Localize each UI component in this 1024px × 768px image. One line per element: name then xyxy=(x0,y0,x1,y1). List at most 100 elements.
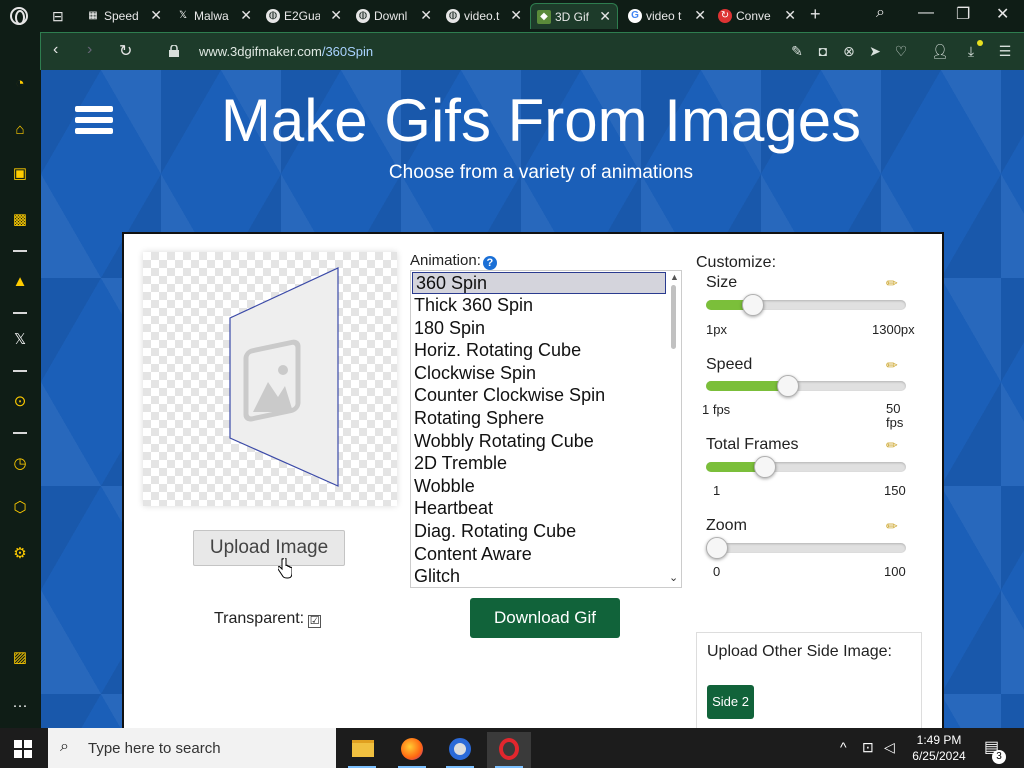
close-window-icon[interactable]: ✕ xyxy=(996,4,1009,24)
reload-icon[interactable]: ↻ xyxy=(119,41,132,61)
heart-icon[interactable]: ♡ xyxy=(893,43,909,59)
menu-icon[interactable]: ☰ xyxy=(997,43,1013,59)
restore-icon[interactable]: ❐ xyxy=(956,4,970,24)
chevron-up-icon[interactable]: ^ xyxy=(840,739,847,755)
speed-label: Speed xyxy=(706,356,753,373)
new-tab-icon[interactable]: + xyxy=(810,4,821,24)
clock[interactable]: 1:49 PM 6/25/2024 xyxy=(904,732,974,764)
bag-icon[interactable]: ⌂ xyxy=(10,120,30,140)
adblock-icon[interactable]: ⊗ xyxy=(841,43,857,59)
zoom-label: Zoom xyxy=(706,517,747,534)
profile-icon[interactable]: 👤︎ xyxy=(931,43,949,59)
close-icon[interactable]: ✕ xyxy=(420,7,432,24)
opera-logo-icon[interactable] xyxy=(10,7,28,25)
file-explorer-icon[interactable] xyxy=(340,732,384,768)
close-icon[interactable]: ✕ xyxy=(599,8,611,25)
address-bar: ‹ › ↻ www.3dgifmaker.com/360Spin ✎ ◘ ⊗ ➤… xyxy=(40,32,1024,70)
volume-muted-icon[interactable]: ◁ xyxy=(884,739,895,756)
edit-icon[interactable]: ✎ xyxy=(789,43,805,59)
web-page: Make Gifs From Images Choose from a vari… xyxy=(41,70,1024,728)
list-item[interactable]: Horiz. Rotating Cube xyxy=(411,339,681,362)
animation-list-scrollbar[interactable]: ▲ ⌄ xyxy=(667,271,681,587)
history-icon[interactable]: ◷ xyxy=(10,454,30,474)
list-item[interactable]: Thick 360 Spin xyxy=(411,294,681,317)
more-icon[interactable]: ··· xyxy=(10,696,30,716)
firefox-icon[interactable] xyxy=(390,732,434,768)
back-icon[interactable]: ‹ xyxy=(53,41,58,59)
pencil-icon[interactable]: ✏ xyxy=(886,438,900,452)
chip-icon[interactable]: ▩ xyxy=(10,210,30,230)
gallery-icon[interactable]: ▨ xyxy=(10,648,30,668)
close-icon[interactable]: ✕ xyxy=(330,7,342,24)
scroll-up-icon[interactable]: ▲ xyxy=(670,272,679,282)
tab-video-t[interactable]: ◍ video.t ✕ xyxy=(440,3,528,29)
zoom-slider-track[interactable] xyxy=(706,543,906,553)
list-item[interactable]: Heartbeat xyxy=(411,497,681,520)
size-slider-thumb[interactable] xyxy=(741,294,764,316)
tab-malwa[interactable]: 𝕏 Malwa ✕ xyxy=(170,3,258,29)
list-item[interactable]: Diag. Rotating Cube xyxy=(411,520,681,543)
tab-video-t-2[interactable]: G video t ✕ xyxy=(622,3,712,29)
pencil-icon[interactable]: ✏ xyxy=(886,358,900,372)
speed-slider-thumb[interactable] xyxy=(777,375,800,397)
forward-icon[interactable]: › xyxy=(87,41,92,59)
network-icon[interactable]: ⊡ xyxy=(862,739,874,756)
list-item[interactable]: Glitch xyxy=(411,565,681,587)
tab-downl[interactable]: ◍ Downl ✕ xyxy=(350,3,438,29)
pencil-icon[interactable]: ✏ xyxy=(886,519,900,533)
tab-e2gua[interactable]: ◍ E2Gua ✕ xyxy=(260,3,348,29)
list-item[interactable]: Wobbly Rotating Cube xyxy=(411,430,681,453)
chrome-icon[interactable] xyxy=(438,732,482,768)
search-tabs-icon[interactable]: ⌕ xyxy=(876,4,885,22)
send-icon[interactable]: ➤ xyxy=(867,43,883,59)
url-field[interactable]: www.3dgifmaker.com/360Spin xyxy=(199,44,373,59)
list-item[interactable]: Content Aware xyxy=(411,543,681,566)
camera-icon[interactable]: ◘ xyxy=(815,43,831,59)
scrollbar-thumb[interactable] xyxy=(671,285,676,349)
close-icon[interactable]: ✕ xyxy=(240,7,252,24)
speed-slider-track[interactable] xyxy=(706,381,906,391)
lock-icon[interactable] xyxy=(169,45,179,57)
cube-icon[interactable]: ⬡ xyxy=(10,498,30,518)
tab-3d-gif[interactable]: ◆ 3D Gif ✕ xyxy=(530,3,618,29)
side-image-box: Upload Other Side Image: Side 2 xyxy=(696,632,922,728)
scroll-down-icon[interactable]: ⌄ xyxy=(669,571,678,584)
list-item[interactable]: 180 Spin xyxy=(411,317,681,340)
tab-conve[interactable]: ↻ Conve ✕ xyxy=(712,3,802,29)
size-slider-track[interactable] xyxy=(706,300,906,310)
frames-slider-track[interactable] xyxy=(706,462,906,472)
zoom-slider-thumb[interactable] xyxy=(706,537,728,559)
transparent-checkbox[interactable]: ☑ xyxy=(308,615,322,628)
close-icon[interactable]: ✕ xyxy=(784,7,796,24)
settings-icon[interactable]: ⚙ xyxy=(10,544,30,564)
list-item[interactable]: Wobble xyxy=(411,475,681,498)
frames-slider-thumb[interactable] xyxy=(754,456,777,478)
animation-list[interactable]: 360 Spin Thick 360 Spin 180 Spin Horiz. … xyxy=(410,270,682,588)
help-icon[interactable]: ? xyxy=(482,256,497,270)
windows-start-icon[interactable] xyxy=(14,740,32,758)
list-item[interactable]: Clockwise Spin xyxy=(411,362,681,385)
side-2-button[interactable]: Side 2 xyxy=(707,685,754,719)
tab-label: Downl xyxy=(374,9,408,23)
list-item[interactable]: Counter Clockwise Spin xyxy=(411,384,681,407)
download-gif-button[interactable]: Download Gif xyxy=(470,598,620,638)
speed-dial-icon[interactable]: ◔ xyxy=(10,74,30,94)
list-item[interactable]: 360 Spin xyxy=(412,272,666,294)
download-icon[interactable]: ⤓ xyxy=(963,43,979,59)
taskbar-search-box[interactable]: ⌕ Type here to search xyxy=(48,728,336,768)
opera-taskbar-icon[interactable] xyxy=(487,732,531,768)
twitch-icon[interactable]: ▣ xyxy=(10,164,30,184)
aria-icon[interactable]: ▲ xyxy=(10,272,30,292)
close-icon[interactable]: ✕ xyxy=(510,7,522,24)
list-item[interactable]: 2D Tremble xyxy=(411,452,681,475)
upload-image-button[interactable]: Upload Image xyxy=(193,530,345,566)
close-icon[interactable]: ✕ xyxy=(150,7,162,24)
x-twitter-icon[interactable]: 𝕏 xyxy=(10,330,30,350)
player-icon[interactable]: ⊙ xyxy=(10,392,30,412)
gamepad-icon[interactable]: ⊟ xyxy=(52,6,64,26)
pencil-icon[interactable]: ✏ xyxy=(886,276,900,290)
list-item[interactable]: Rotating Sphere xyxy=(411,407,681,430)
tab-speed[interactable]: ▦ Speed ✕ xyxy=(80,3,168,29)
minimize-icon[interactable]: — xyxy=(918,4,934,22)
close-icon[interactable]: ✕ xyxy=(694,7,706,24)
